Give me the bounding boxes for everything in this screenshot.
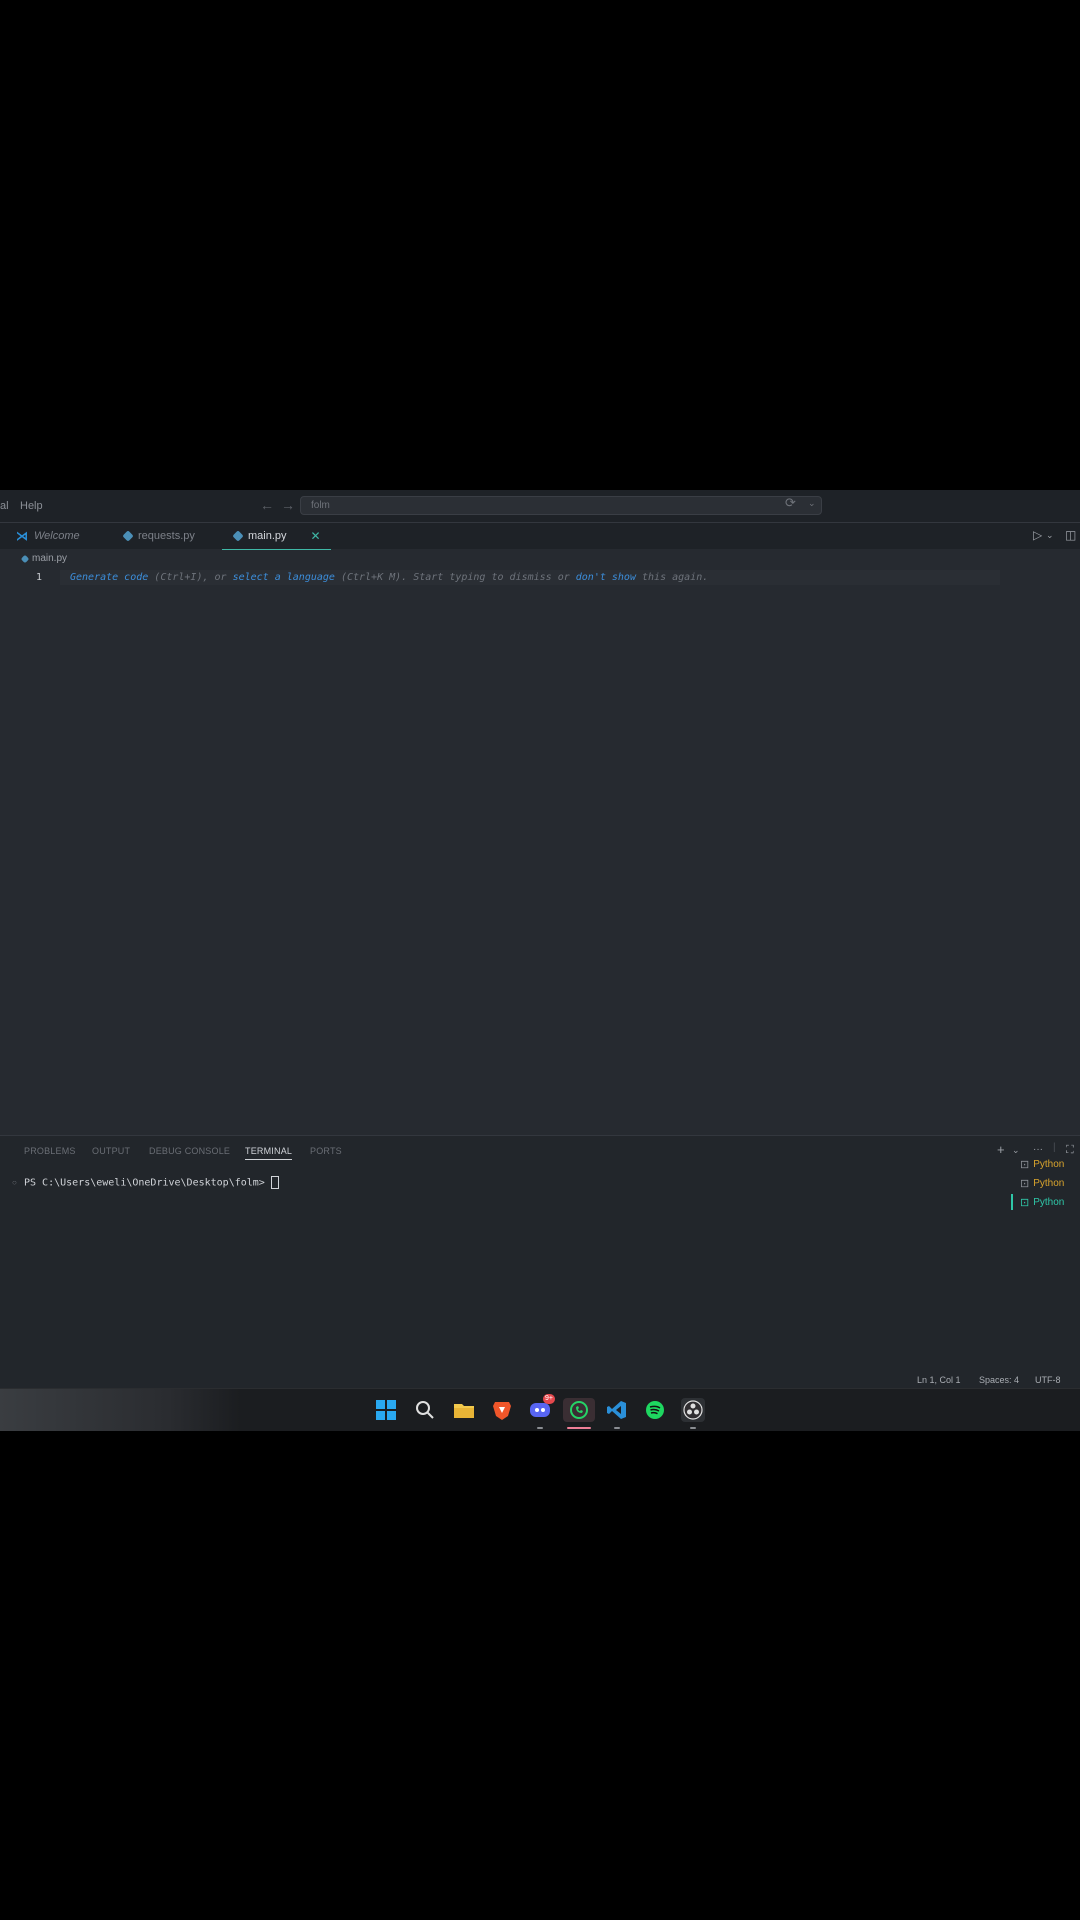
menu-item-terminal[interactable]: al — [0, 500, 9, 512]
tab-label: requests.py — [138, 530, 195, 542]
cursor-position[interactable]: Ln 1, Col 1 — [917, 1375, 961, 1385]
terminal-instance-3[interactable]: ⊡ Python — [1020, 1196, 1064, 1209]
terminal-label: Python — [1033, 1159, 1065, 1170]
tab-bar: ⋊ Welcome requests.py main.py ✕ ▷ ⌄ ◫ — [0, 523, 1080, 550]
running-indicator — [690, 1427, 696, 1429]
taskbar-weather-area — [0, 1389, 240, 1431]
active-app-indicator — [567, 1427, 591, 1429]
tab-output[interactable]: OUTPUT — [92, 1146, 130, 1156]
generate-code-link[interactable]: Generate code — [70, 572, 148, 583]
back-arrow-icon[interactable]: ← — [260, 497, 274, 513]
terminal-label: Python — [1033, 1178, 1065, 1189]
tab-label: main.py — [248, 530, 287, 542]
copilot-icon[interactable]: ⟳ — [785, 495, 796, 511]
forward-arrow-icon[interactable]: → — [281, 497, 295, 513]
title-bar: al Help ← → folm ⟳ ⌄ — [0, 490, 1080, 523]
chevron-down-icon[interactable]: ⌄ — [808, 498, 816, 509]
tab-debug-console[interactable]: DEBUG CONSOLE — [149, 1146, 230, 1156]
obs-icon[interactable] — [681, 1398, 705, 1422]
terminal-prompt[interactable]: PS C:\Users\eweli\OneDrive\Desktop\folm> — [24, 1176, 279, 1189]
running-indicator — [614, 1427, 620, 1429]
windows-taskbar: 9+ — [0, 1388, 1080, 1431]
python-file-icon — [20, 554, 30, 563]
brave-browser-icon[interactable] — [490, 1398, 514, 1422]
maximize-panel-icon[interactable]: ⛶ — [1066, 1144, 1074, 1157]
terminal-panel: PROBLEMS OUTPUT DEBUG CONSOLE TERMINAL P… — [0, 1135, 1080, 1396]
terminal-instance-1[interactable]: ⊡ Python — [1020, 1158, 1064, 1171]
terminal-label: Python — [1033, 1197, 1065, 1208]
spotify-icon[interactable] — [643, 1398, 667, 1422]
command-center-text: folm — [311, 500, 330, 511]
discord-icon[interactable]: 9+ — [528, 1394, 555, 1422]
terminal-icon: ⊡ — [1020, 1197, 1030, 1209]
hint-text: (Ctrl+I), or — [148, 572, 233, 583]
active-terminal-indicator — [1011, 1194, 1013, 1210]
indentation[interactable]: Spaces: 4 — [979, 1375, 1019, 1385]
python-file-icon — [232, 530, 244, 542]
tab-terminal[interactable]: TERMINAL — [245, 1146, 293, 1160]
dont-show-link[interactable]: don't show — [576, 572, 636, 583]
divider: | — [1053, 1142, 1056, 1153]
terminal-cursor — [270, 1176, 279, 1189]
new-terminal-icon[interactable]: + — [997, 1142, 1005, 1157]
vscode-icon: ⋊ — [16, 529, 28, 543]
terminal-icon: ⊡ — [1020, 1178, 1030, 1190]
menu-item-help[interactable]: Help — [20, 500, 43, 512]
vscode-window: al Help ← → folm ⟳ ⌄ ⋊ Welcome requests.… — [0, 490, 1080, 1430]
more-icon[interactable]: ··· — [1033, 1144, 1043, 1155]
tab-ports[interactable]: PORTS — [310, 1146, 342, 1156]
search-icon[interactable] — [413, 1398, 437, 1422]
python-file-icon — [122, 530, 134, 542]
run-icon[interactable]: ▷ — [1033, 528, 1042, 542]
notification-badge: 9+ — [543, 1394, 555, 1404]
tab-label: Welcome — [34, 530, 80, 542]
hint-text: (Ctrl+K M). Start typing to dismiss or — [334, 572, 576, 583]
encoding[interactable]: UTF-8 — [1035, 1375, 1061, 1385]
chevron-down-icon[interactable]: ⌄ — [1012, 1145, 1020, 1156]
select-language-link[interactable]: select a language — [233, 572, 335, 583]
file-explorer-icon[interactable] — [452, 1398, 476, 1422]
breadcrumb[interactable]: main.py — [20, 553, 67, 564]
running-indicator — [537, 1427, 543, 1429]
close-icon[interactable]: ✕ — [311, 529, 321, 543]
terminal-status-icon: ○ — [12, 1178, 17, 1187]
vscode-icon[interactable] — [605, 1398, 629, 1422]
whatsapp-icon[interactable] — [563, 1398, 595, 1422]
breadcrumb-file[interactable]: main.py — [32, 553, 67, 564]
terminal-instance-2[interactable]: ⊡ Python — [1020, 1177, 1064, 1190]
split-editor-icon[interactable]: ◫ — [1065, 528, 1076, 542]
tab-problems[interactable]: PROBLEMS — [24, 1146, 76, 1156]
line-number: 1 — [36, 572, 43, 583]
tab-welcome[interactable]: ⋊ Welcome — [16, 523, 80, 549]
tab-requests[interactable]: requests.py — [122, 523, 195, 549]
terminal-icon: ⊡ — [1020, 1159, 1030, 1171]
prompt-text: PS C:\Users\eweli\OneDrive\Desktop\folm> — [24, 1177, 265, 1189]
empty-editor-hint: Generate code (Ctrl+I), or select a lang… — [70, 572, 708, 583]
chevron-down-icon[interactable]: ⌄ — [1046, 530, 1054, 541]
command-center[interactable]: folm — [300, 496, 822, 515]
windows-start-icon[interactable] — [374, 1398, 398, 1422]
tab-main[interactable]: main.py ✕ — [222, 523, 331, 550]
hint-text: this again. — [635, 572, 709, 583]
